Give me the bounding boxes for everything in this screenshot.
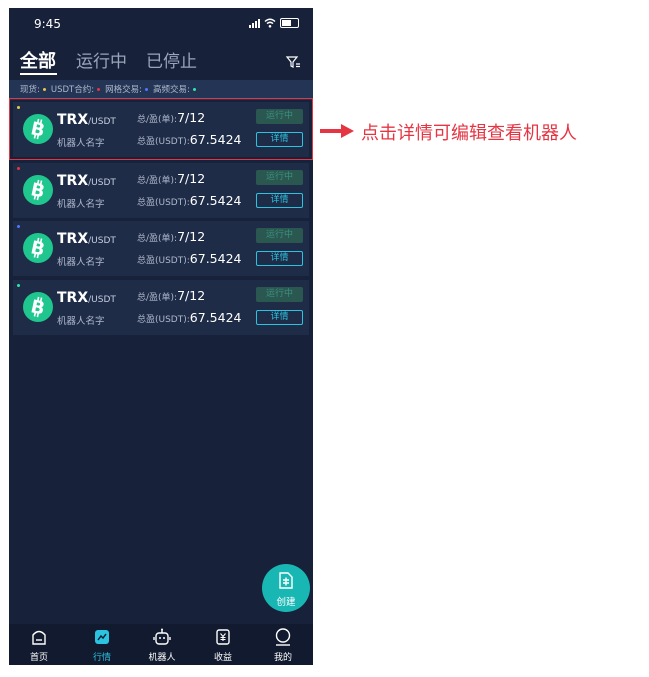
- tab-running[interactable]: 运行中: [76, 47, 127, 72]
- tab-stopped[interactable]: 已停止: [146, 47, 197, 72]
- status-bar: 9:45: [9, 8, 313, 38]
- home-icon: [32, 630, 46, 645]
- annotation-arrow-icon: [320, 124, 354, 138]
- bot-type-dot: [17, 167, 20, 170]
- detail-button[interactable]: 详情: [256, 251, 303, 266]
- total-profit-value: 67.5424: [189, 193, 242, 208]
- bot-card[interactable]: B TRX/USDT 机器人名字 总/盈(单):7/12 总盈(USDT):67.542…: [13, 221, 309, 276]
- bottom-nav: 首页 行情 机器人 收益 我的: [9, 624, 313, 665]
- bot-type-dot: [17, 284, 20, 287]
- trading-pair: TRX/USDT: [57, 228, 116, 247]
- total-profit-label: 总盈(USDT):: [137, 198, 190, 208]
- legend-label: USDT合约:: [50, 85, 95, 95]
- detail-button[interactable]: 详情: [256, 193, 303, 208]
- bot-card[interactable]: B TRX/USDT 机器人名字 总/盈(单):7/12 总盈(USDT):67.542…: [13, 163, 309, 218]
- status-badge: 运行中: [256, 287, 303, 302]
- profile-icon: [275, 628, 291, 646]
- trading-pair: TRX/USDT: [57, 287, 116, 306]
- coin-icon: B: [23, 233, 53, 263]
- highlight-box: [9, 98, 313, 160]
- trading-pair: TRX/USDT: [57, 170, 116, 189]
- coin-icon: B: [23, 175, 53, 205]
- detail-button[interactable]: 详情: [256, 310, 303, 325]
- create-label: 创建: [276, 597, 296, 608]
- pair-symbol: TRX: [57, 290, 89, 306]
- nav-market-label: 行情: [92, 653, 111, 663]
- order-ratio: 总/盈(单):7/12: [137, 288, 205, 303]
- nav-earnings-label: 收益: [213, 653, 232, 663]
- nav-profile[interactable]: 我的: [258, 627, 308, 663]
- nav-robot[interactable]: 机器人: [137, 627, 187, 663]
- bot-name: 机器人名字: [57, 199, 105, 210]
- status-badge: 运行中: [256, 170, 303, 185]
- tab-all[interactable]: 全部: [20, 47, 56, 73]
- filter-icon[interactable]: [285, 54, 301, 70]
- legend-dot: [97, 88, 101, 91]
- order-ratio-value: 7/12: [177, 229, 206, 244]
- wifi-icon: [264, 18, 276, 28]
- total-profit-label: 总盈(USDT):: [137, 256, 190, 266]
- order-ratio: 总/盈(单):7/12: [137, 171, 205, 186]
- legend-dot: [144, 88, 148, 91]
- legend-label: 网格交易:: [105, 85, 142, 95]
- phone-screen: 9:45 全部 运行中 已停止 现货: USDT合约: 网格交易: 高频交易: B TR…: [9, 8, 313, 665]
- bot-card[interactable]: B TRX/USDT 机器人名字 总/盈(单):7/12 总盈(USDT):67.542…: [13, 280, 309, 335]
- bot-type-dot: [17, 225, 20, 228]
- total-profit-value: 67.5424: [189, 251, 242, 266]
- order-ratio-label: 总/盈(单):: [137, 176, 178, 186]
- bot-card[interactable]: B TRX/USDT 机器人名字 总/盈(单):7/12 总盈(USDT):67.542…: [9, 98, 313, 160]
- status-time: 9:45: [34, 17, 61, 31]
- annotation-text: 点击详情可编辑查看机器人: [361, 123, 577, 144]
- total-profit-label: 总盈(USDT):: [137, 315, 190, 325]
- total-profit: 总盈(USDT):67.5424: [137, 251, 242, 266]
- chart-icon: [95, 630, 109, 644]
- bot-type-legend: 现货: USDT合约: 网格交易: 高频交易:: [9, 80, 313, 100]
- robot-icon: [153, 628, 171, 645]
- pair-quote: /USDT: [88, 295, 116, 305]
- create-button[interactable]: 创建: [262, 564, 310, 612]
- order-ratio-label: 总/盈(单):: [137, 234, 178, 244]
- nav-market[interactable]: 行情: [77, 627, 127, 663]
- legend-dot: [192, 88, 196, 91]
- legend-label: 高频交易:: [152, 85, 190, 95]
- pair-quote: /USDT: [88, 178, 116, 188]
- tab-bar-top: 全部 运行中 已停止: [9, 44, 313, 76]
- order-ratio-value: 7/12: [177, 288, 206, 303]
- legend-label: 现货:: [20, 85, 40, 95]
- nav-home-label: 首页: [29, 653, 48, 663]
- total-profit: 总盈(USDT):67.5424: [137, 310, 242, 325]
- bot-name: 机器人名字: [57, 257, 105, 268]
- document-add-icon: [279, 572, 293, 589]
- pair-quote: /USDT: [88, 236, 116, 246]
- total-profit: 总盈(USDT):67.5424: [137, 193, 242, 208]
- nav-robot-label: 机器人: [148, 653, 176, 663]
- order-ratio-value: 7/12: [177, 171, 206, 186]
- nav-profile-label: 我的: [273, 653, 292, 663]
- system-icons: [249, 18, 299, 28]
- yen-icon: [216, 629, 230, 645]
- order-ratio: 总/盈(单):7/12: [137, 229, 205, 244]
- legend-dot: [42, 88, 46, 91]
- bot-name: 机器人名字: [57, 316, 105, 327]
- tab-active-indicator: [20, 73, 57, 75]
- nav-earnings[interactable]: 收益: [198, 627, 248, 663]
- total-profit-value: 67.5424: [189, 310, 242, 325]
- order-ratio-label: 总/盈(单):: [137, 293, 178, 303]
- pair-symbol: TRX: [57, 231, 89, 247]
- battery-icon: [280, 18, 299, 28]
- status-badge: 运行中: [256, 228, 303, 243]
- pair-symbol: TRX: [57, 173, 89, 189]
- coin-icon: B: [23, 292, 53, 322]
- signal-icon: [249, 18, 260, 28]
- nav-home[interactable]: 首页: [14, 627, 64, 663]
